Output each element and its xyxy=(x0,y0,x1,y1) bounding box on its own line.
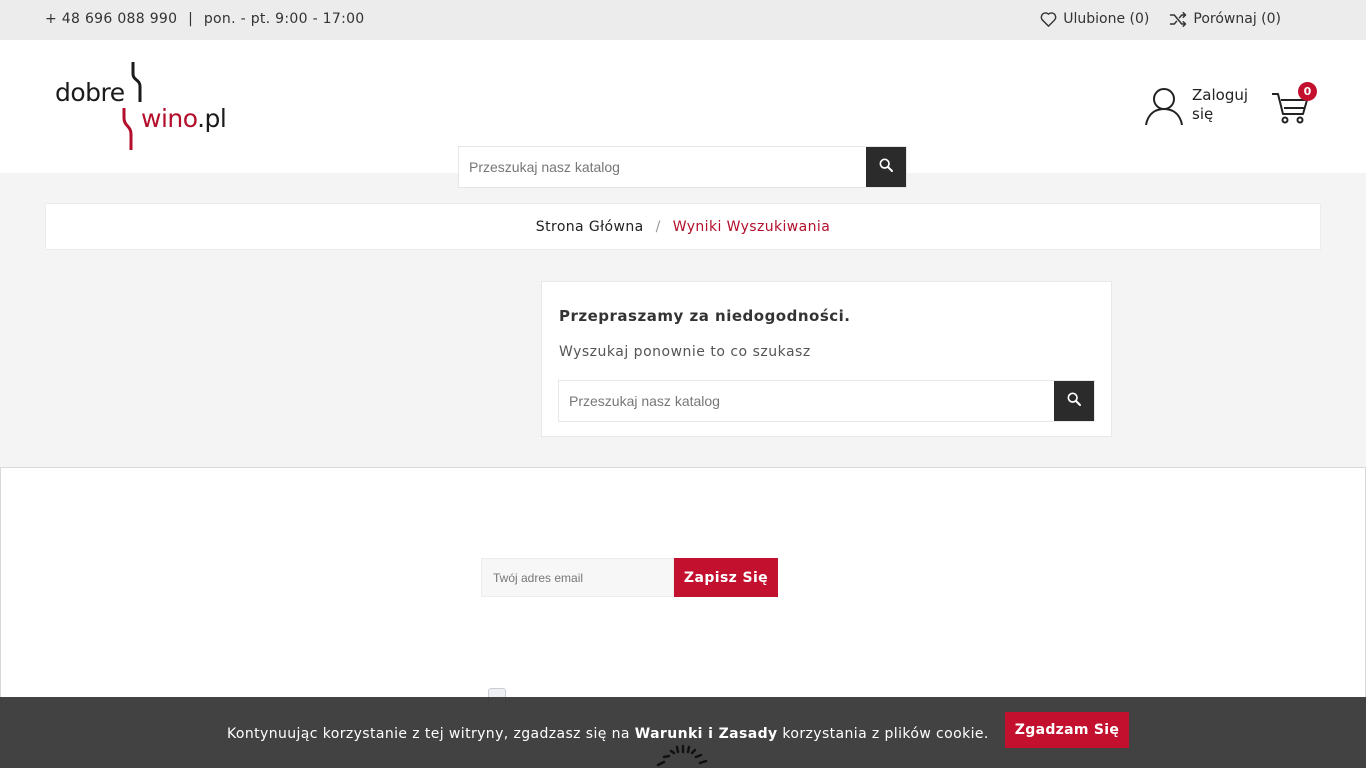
breadcrumb: Strona Główna / Wyniki Wyszukiwania xyxy=(45,203,1321,250)
logo-word-tld: .pl xyxy=(197,104,227,133)
newsletter-email-input[interactable] xyxy=(481,558,674,597)
cart-button[interactable]: 0 xyxy=(1270,82,1318,126)
heart-icon xyxy=(1040,11,1057,27)
wishlist-link[interactable]: Ulubione (0) xyxy=(1040,11,1149,27)
logo-bottle-stroke-red xyxy=(122,108,133,150)
user-icon xyxy=(1144,86,1184,130)
loading-spinner-icon xyxy=(654,743,710,768)
no-results-title: Przepraszamy za niedogodności. xyxy=(559,307,851,325)
no-results-card: Przepraszamy za niedogodności. Wyszukaj … xyxy=(541,281,1112,437)
contact-separator: | xyxy=(188,11,194,27)
header-search-input[interactable] xyxy=(459,147,866,187)
logo-word-top: dobre xyxy=(55,78,125,107)
compare-link[interactable]: Porównaj (0) xyxy=(1169,11,1281,27)
newsletter-subscribe-button[interactable]: Zapisz Się xyxy=(674,558,778,597)
breadcrumb-separator: / xyxy=(655,218,661,235)
site-logo[interactable]: dobre wino.pl xyxy=(55,62,245,152)
cookie-terms-link[interactable]: Warunki i Zasady xyxy=(635,726,778,742)
cookie-accept-button[interactable]: Zgadzam Się xyxy=(1005,712,1129,748)
header-search xyxy=(458,146,907,188)
cart-icon xyxy=(1270,93,1310,130)
no-results-subtitle: Wyszukaj ponownie to co szukasz xyxy=(559,344,811,360)
top-bar: + 48 696 088 990 | pon. - pt. 9:00 - 17:… xyxy=(0,0,1366,40)
retry-search-button[interactable] xyxy=(1054,381,1094,421)
cookie-banner: Kontynuując korzystanie z tej witryny, z… xyxy=(0,697,1366,768)
cookie-text-after: korzystania z plików cookie. xyxy=(777,726,989,742)
contact-info: + 48 696 088 990 | pon. - pt. 9:00 - 17:… xyxy=(45,11,365,27)
newsletter-form: Zapisz Się xyxy=(481,558,778,597)
logo-bottle-stroke-dark xyxy=(131,62,142,102)
header-search-button[interactable] xyxy=(866,147,906,187)
shuffle-icon xyxy=(1169,11,1187,27)
search-icon xyxy=(878,157,894,177)
cookie-text-before: Kontynuując korzystanie z tej witryny, z… xyxy=(227,726,635,742)
phone-number[interactable]: + 48 696 088 990 xyxy=(45,11,177,27)
cookie-message: Kontynuując korzystanie z tej witryny, z… xyxy=(227,726,989,742)
wishlist-label: Ulubione (0) xyxy=(1063,11,1150,27)
compare-label: Porównaj (0) xyxy=(1193,11,1281,27)
search-icon xyxy=(1066,391,1082,411)
logo-word-wino: wino xyxy=(141,104,198,133)
login-label: Zaloguj się xyxy=(1192,86,1249,123)
cart-count-badge: 0 xyxy=(1298,82,1317,101)
logo-word-bottom: wino.pl xyxy=(141,104,227,133)
breadcrumb-current: Wyniki Wyszukiwania xyxy=(672,218,831,235)
login-link[interactable]: Zaloguj się xyxy=(1144,86,1252,130)
retry-search-input[interactable] xyxy=(559,381,1054,421)
breadcrumb-home[interactable]: Strona Główna xyxy=(536,219,644,235)
top-links: Ulubione (0) Porównaj (0) xyxy=(1040,11,1281,27)
opening-hours: pon. - pt. 9:00 - 17:00 xyxy=(203,11,365,27)
retry-search xyxy=(558,380,1095,422)
